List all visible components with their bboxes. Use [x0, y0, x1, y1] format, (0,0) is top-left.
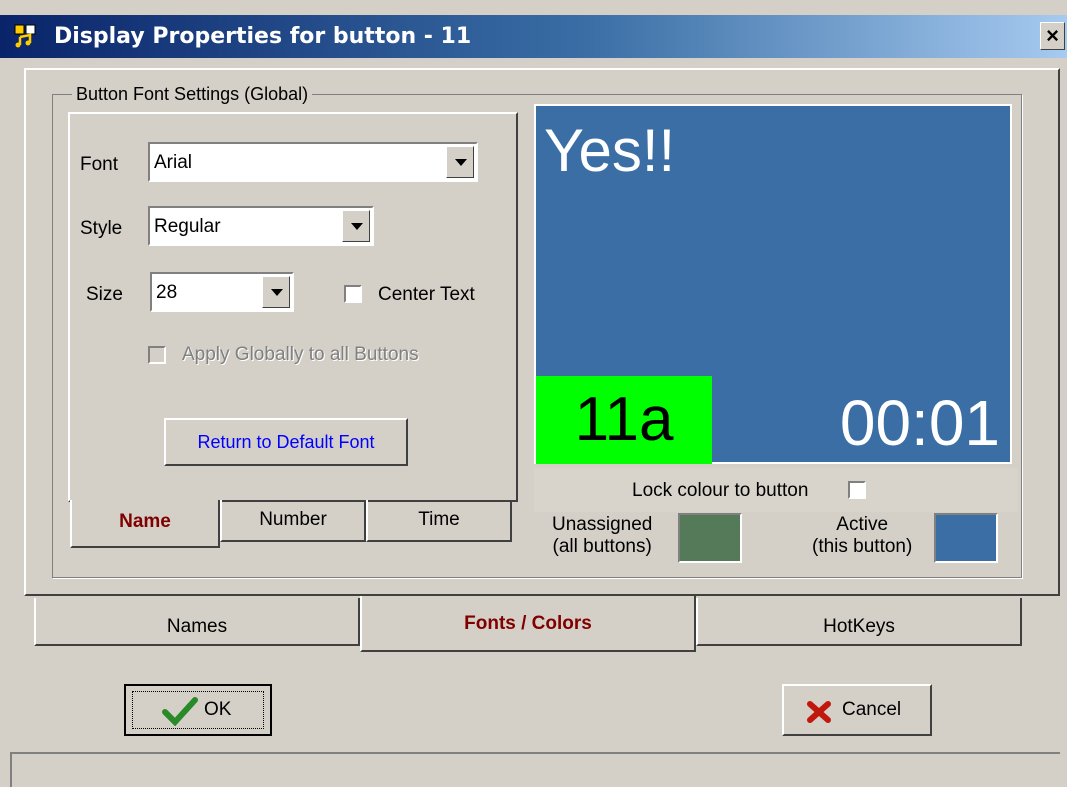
- status-bar: [10, 752, 1060, 787]
- ok-button[interactable]: OK: [124, 684, 272, 736]
- size-label: Size: [86, 284, 123, 305]
- tab-time[interactable]: Time: [366, 500, 512, 542]
- checkmark-icon: [162, 697, 198, 726]
- tab-name[interactable]: Name: [70, 500, 220, 548]
- center-text-checkbox[interactable]: [344, 285, 362, 303]
- tab-fonts-colors[interactable]: Fonts / Colors: [360, 596, 696, 652]
- title-bar[interactable]: Display Properties for button - 11 ×: [0, 15, 1067, 58]
- font-select[interactable]: Arial: [148, 142, 478, 182]
- group-label: Button Font Settings (Global): [72, 84, 313, 105]
- ok-label: OK: [204, 699, 232, 720]
- active-line1: Active: [836, 514, 889, 535]
- window-title: Display Properties for button - 11: [54, 24, 472, 49]
- tab-hotkeys[interactable]: HotKeys: [696, 598, 1022, 646]
- style-value: Regular: [154, 216, 221, 237]
- style-label: Style: [80, 218, 123, 239]
- active-color-swatch[interactable]: [934, 513, 998, 563]
- font-value: Arial: [154, 152, 193, 173]
- unassigned-line2: (all buttons): [552, 536, 652, 557]
- size-value: 28: [156, 282, 178, 303]
- preview-number: 11a: [536, 376, 712, 464]
- chevron-down-icon: [455, 159, 467, 166]
- center-text-label[interactable]: Center Text: [378, 284, 475, 306]
- cancel-button[interactable]: Cancel: [782, 684, 932, 736]
- chevron-down-icon: [271, 289, 283, 296]
- preview-time: 00:01: [839, 387, 1000, 459]
- return-default-font-button[interactable]: Return to Default Font: [164, 418, 408, 466]
- preview-name: Yes!!: [544, 117, 676, 184]
- size-dropdown-button[interactable]: [262, 276, 290, 308]
- button-preview: Yes!! 11a 00:01: [534, 104, 1012, 464]
- active-line2: (this button): [812, 536, 913, 557]
- font-label: Font: [80, 154, 119, 175]
- style-select[interactable]: Regular: [148, 206, 374, 246]
- lock-colour-checkbox[interactable]: [848, 481, 866, 499]
- active-label: Active (this button): [812, 514, 912, 558]
- tab-names[interactable]: Names: [34, 598, 360, 646]
- unassigned-color-swatch[interactable]: [678, 513, 742, 563]
- app-icon: [14, 24, 36, 48]
- cancel-label: Cancel: [842, 699, 902, 720]
- font-dropdown-button[interactable]: [446, 146, 474, 178]
- apply-globally-checkbox[interactable]: [148, 346, 166, 364]
- lock-colour-label[interactable]: Lock colour to button: [632, 480, 808, 502]
- tab-number[interactable]: Number: [220, 500, 366, 542]
- style-dropdown-button[interactable]: [342, 210, 370, 242]
- close-icon: [807, 701, 831, 723]
- unassigned-line1: Unassigned: [552, 514, 653, 535]
- chevron-down-icon: [351, 223, 363, 230]
- close-button[interactable]: ×: [1040, 22, 1065, 50]
- unassigned-label: Unassigned (all buttons): [552, 514, 652, 558]
- apply-globally-label[interactable]: Apply Globally to all Buttons: [182, 344, 419, 366]
- size-select[interactable]: 28: [150, 272, 294, 312]
